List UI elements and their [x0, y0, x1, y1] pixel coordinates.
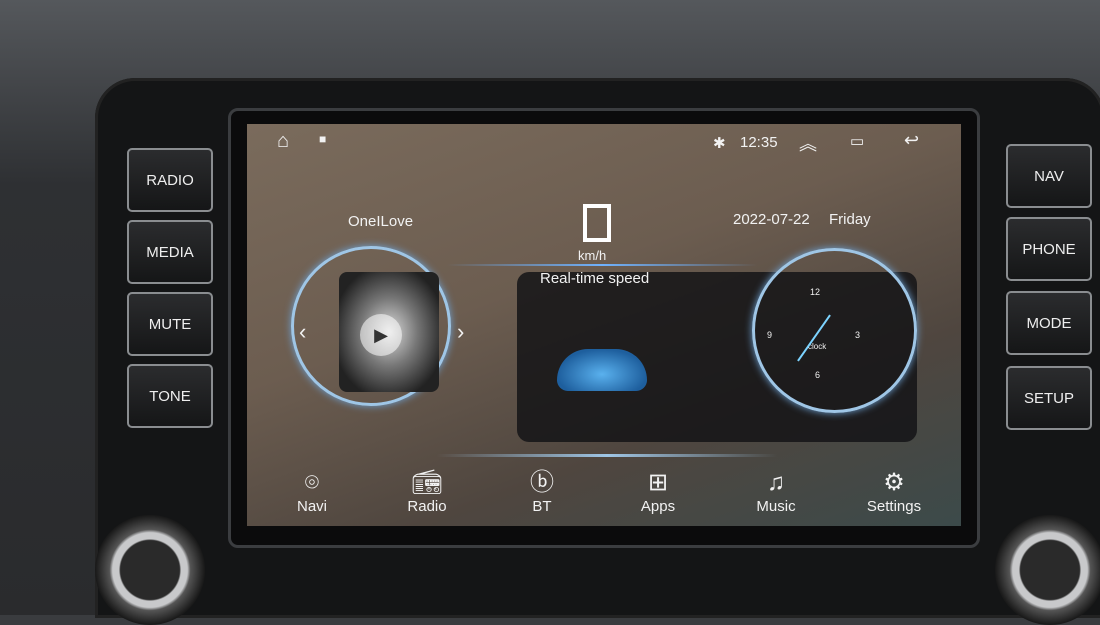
tone-hw-button[interactable]: TONE [127, 364, 213, 428]
dock-music-label: Music [756, 498, 796, 515]
windows-icon[interactable]: ▭ [850, 132, 864, 150]
dock-settings-label: Settings [866, 498, 922, 515]
volume-knob[interactable] [95, 515, 205, 625]
date: 2022-07-22 [733, 211, 810, 228]
song-title: OneILove [348, 213, 414, 230]
mode-hw-button[interactable]: MODE [1006, 291, 1092, 355]
location-pin-icon: ⌾ [304, 469, 320, 496]
radio-icon: 📻︎ [411, 469, 443, 496]
speed-value [583, 204, 611, 242]
dock-apps[interactable]: ⊞ Apps [613, 468, 703, 515]
recent-dot-icon[interactable]: ■ [319, 132, 326, 146]
phone-hw-button[interactable]: PHONE [1006, 217, 1092, 281]
bluetooth-icon: ⓑ [530, 469, 554, 496]
music-note-icon: ♫ [767, 469, 785, 496]
play-button[interactable]: ▶ [360, 314, 402, 356]
dock-radio-label: Radio [407, 498, 447, 515]
dock-divider [437, 454, 777, 457]
speed-unit: km/h [578, 248, 607, 263]
next-button[interactable]: › [457, 319, 464, 345]
dock-bt-label: BT [532, 498, 552, 515]
mute-hw-button[interactable]: MUTE [127, 292, 213, 356]
speed-label: Real-time speed [540, 270, 650, 287]
dock-navi-label: Navi [296, 498, 327, 515]
dock-apps-label: Apps [640, 498, 676, 515]
media-hw-button[interactable]: MEDIA [127, 220, 213, 284]
dock-music[interactable]: ♫ Music [731, 468, 821, 515]
dock-settings[interactable]: ⚙ Settings [849, 468, 939, 515]
setup-hw-button[interactable]: SETUP [1006, 366, 1092, 430]
home-icon[interactable]: ⌂ [277, 130, 289, 153]
gear-icon: ⚙ [883, 469, 905, 496]
weekday: Friday [829, 211, 871, 228]
clock-numeral-12: 12 [810, 287, 821, 297]
previous-button[interactable]: ‹ [299, 319, 306, 345]
touch-screen: ⌂ ■ ✱ 12:35 ︽ ▭ ↩ OneILove ▶ ‹ › km/h Re… [247, 124, 961, 526]
clock-ring [752, 248, 917, 413]
tune-knob[interactable] [995, 515, 1100, 625]
expand-up-icon[interactable]: ︽ [799, 130, 817, 156]
radio-hw-button[interactable]: RADIO [127, 148, 213, 212]
back-icon[interactable]: ↩ [904, 130, 919, 151]
status-time: 12:35 [740, 134, 778, 151]
dock-navi[interactable]: ⌾ Navi [267, 468, 357, 515]
dock-bt[interactable]: ⓑ BT [497, 468, 587, 515]
speed-glow-line [447, 264, 757, 266]
car-image [557, 349, 647, 391]
bluetooth-icon: ✱ [713, 135, 726, 152]
apps-grid-icon: ⊞ [647, 469, 669, 496]
dock-radio[interactable]: 📻︎ Radio [382, 468, 472, 515]
clock-numeral-3: 3 [855, 330, 861, 340]
nav-hw-button[interactable]: NAV [1006, 144, 1092, 208]
clock-numeral-6: 6 [815, 370, 821, 380]
clock-numeral-9: 9 [767, 330, 773, 340]
